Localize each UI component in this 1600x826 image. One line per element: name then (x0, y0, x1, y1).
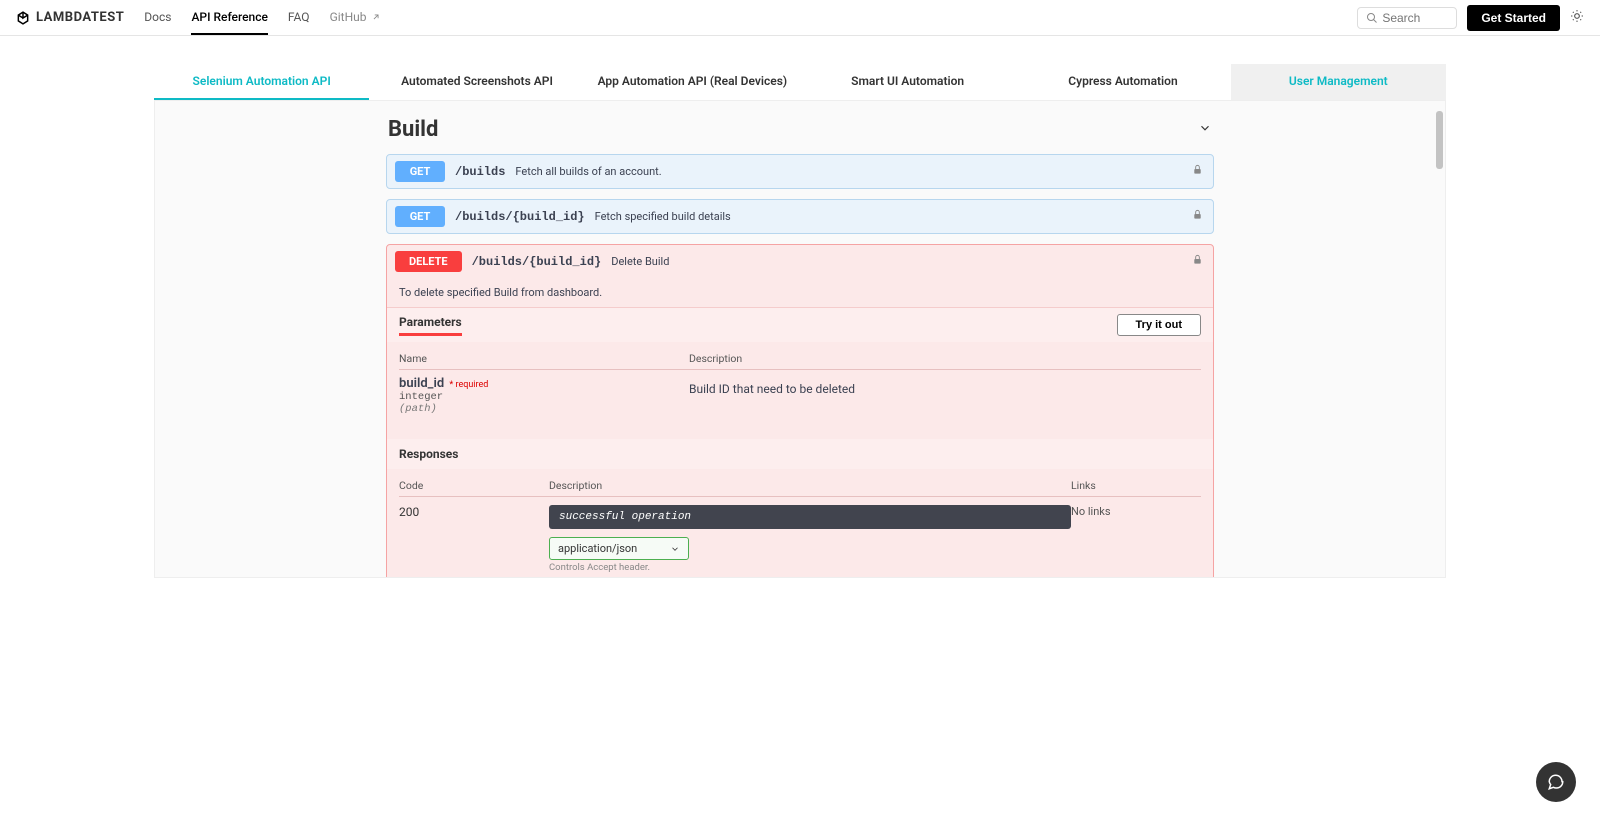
chat-bubble[interactable] (1536, 762, 1576, 802)
parameters-table: Name Description build_id * required int… (387, 342, 1213, 439)
endpoint-path: /builds/{build_id} (455, 210, 585, 224)
parameters-label: Parameters (399, 315, 462, 336)
col-code: Code (399, 479, 549, 492)
theme-toggle[interactable] (1570, 9, 1584, 27)
method-badge: GET (395, 206, 445, 227)
responses-table: Code Description Links 200 successful op… (387, 469, 1213, 578)
tab-selenium[interactable]: Selenium Automation API (154, 64, 369, 100)
chevron-down-icon (1198, 121, 1212, 135)
sun-icon (1570, 9, 1584, 23)
nav-docs[interactable]: Docs (144, 0, 171, 35)
tab-app-automation[interactable]: App Automation API (Real Devices) (585, 64, 800, 100)
mime-note: Controls Accept header. (549, 562, 1071, 573)
top-nav: Docs API Reference FAQ GitHub (144, 0, 380, 35)
parameters-header: Parameters Try it out (387, 308, 1213, 342)
col-description: Description (689, 352, 1201, 365)
param-name: build_id (399, 376, 444, 391)
param-type: integer (399, 391, 689, 403)
search-box[interactable] (1357, 7, 1457, 29)
external-link-icon (371, 12, 381, 22)
endpoint-desc: Fetch specified build details (595, 210, 731, 223)
endpoint-delete-head[interactable]: DELETE /builds/{build_id} Delete Build (387, 245, 1213, 278)
endpoint-path: /builds/{build_id} (472, 255, 602, 269)
header-right: Get Started (1357, 5, 1584, 31)
nav-github-label: GitHub (330, 10, 367, 24)
lock-icon (1192, 164, 1203, 175)
scrollbar[interactable] (1436, 107, 1443, 571)
nav-github[interactable]: GitHub (330, 0, 381, 35)
chat-icon (1547, 773, 1565, 791)
section-title: Build (388, 117, 438, 142)
section-header[interactable]: Build (378, 117, 1222, 154)
search-input[interactable] (1382, 11, 1442, 25)
brand-icon (16, 11, 30, 25)
response-code: 200 (399, 505, 549, 578)
chevron-down-icon (670, 544, 680, 554)
auth-lock[interactable] (1192, 254, 1203, 269)
lock-icon (1192, 254, 1203, 265)
get-started-button[interactable]: Get Started (1467, 5, 1560, 31)
tab-screenshots[interactable]: Automated Screenshots API (369, 64, 584, 100)
lock-icon (1192, 209, 1203, 220)
col-description: Description (549, 479, 1071, 492)
brand-logo[interactable]: LAMBDATEST (16, 10, 124, 25)
param-in: (path) (399, 403, 689, 415)
response-row: 200 successful operation application/jso… (399, 497, 1201, 578)
section-collapse[interactable] (1198, 121, 1212, 139)
method-badge: DELETE (395, 251, 462, 272)
endpoint-get-builds[interactable]: GET /builds Fetch all builds of an accou… (386, 154, 1214, 189)
auth-lock[interactable] (1192, 209, 1203, 224)
endpoint-desc: Delete Build (611, 255, 669, 268)
tab-cypress[interactable]: Cypress Automation (1015, 64, 1230, 100)
tab-smart-ui[interactable]: Smart UI Automation (800, 64, 1015, 100)
try-it-out-button[interactable]: Try it out (1117, 314, 1201, 336)
param-required: * required (449, 380, 488, 390)
endpoint-path: /builds (455, 165, 505, 179)
content-panel: Build GET /builds Fetch all builds of an… (154, 100, 1446, 578)
nav-api-reference[interactable]: API Reference (191, 0, 267, 35)
response-message: successful operation (549, 505, 1071, 529)
mime-value: application/json (558, 542, 637, 555)
topbar: LAMBDATEST Docs API Reference FAQ GitHub… (0, 0, 1600, 36)
tab-user-management[interactable]: User Management (1231, 64, 1446, 100)
nav-faq[interactable]: FAQ (288, 0, 310, 35)
auth-lock[interactable] (1192, 164, 1203, 179)
col-name: Name (399, 352, 689, 365)
col-links: Links (1071, 479, 1201, 492)
endpoint-get-build[interactable]: GET /builds/{build_id} Fetch specified b… (386, 199, 1214, 234)
scrollbar-thumb[interactable] (1436, 111, 1443, 169)
endpoint-summary: To delete specified Build from dashboard… (387, 278, 1213, 308)
mime-select[interactable]: application/json (549, 537, 689, 560)
search-icon (1366, 12, 1378, 24)
method-badge: GET (395, 161, 445, 182)
endpoint-desc: Fetch all builds of an account. (515, 165, 661, 178)
response-links: No links (1071, 505, 1201, 578)
endpoint-delete-build: DELETE /builds/{build_id} Delete Build T… (386, 244, 1214, 578)
param-row: build_id * required integer (path) Build… (399, 370, 1201, 415)
param-desc: Build ID that need to be deleted (689, 376, 1201, 415)
brand-name: LAMBDATEST (36, 10, 124, 25)
api-sub-tabs: Selenium Automation API Automated Screen… (154, 64, 1446, 100)
responses-label: Responses (387, 439, 1213, 469)
